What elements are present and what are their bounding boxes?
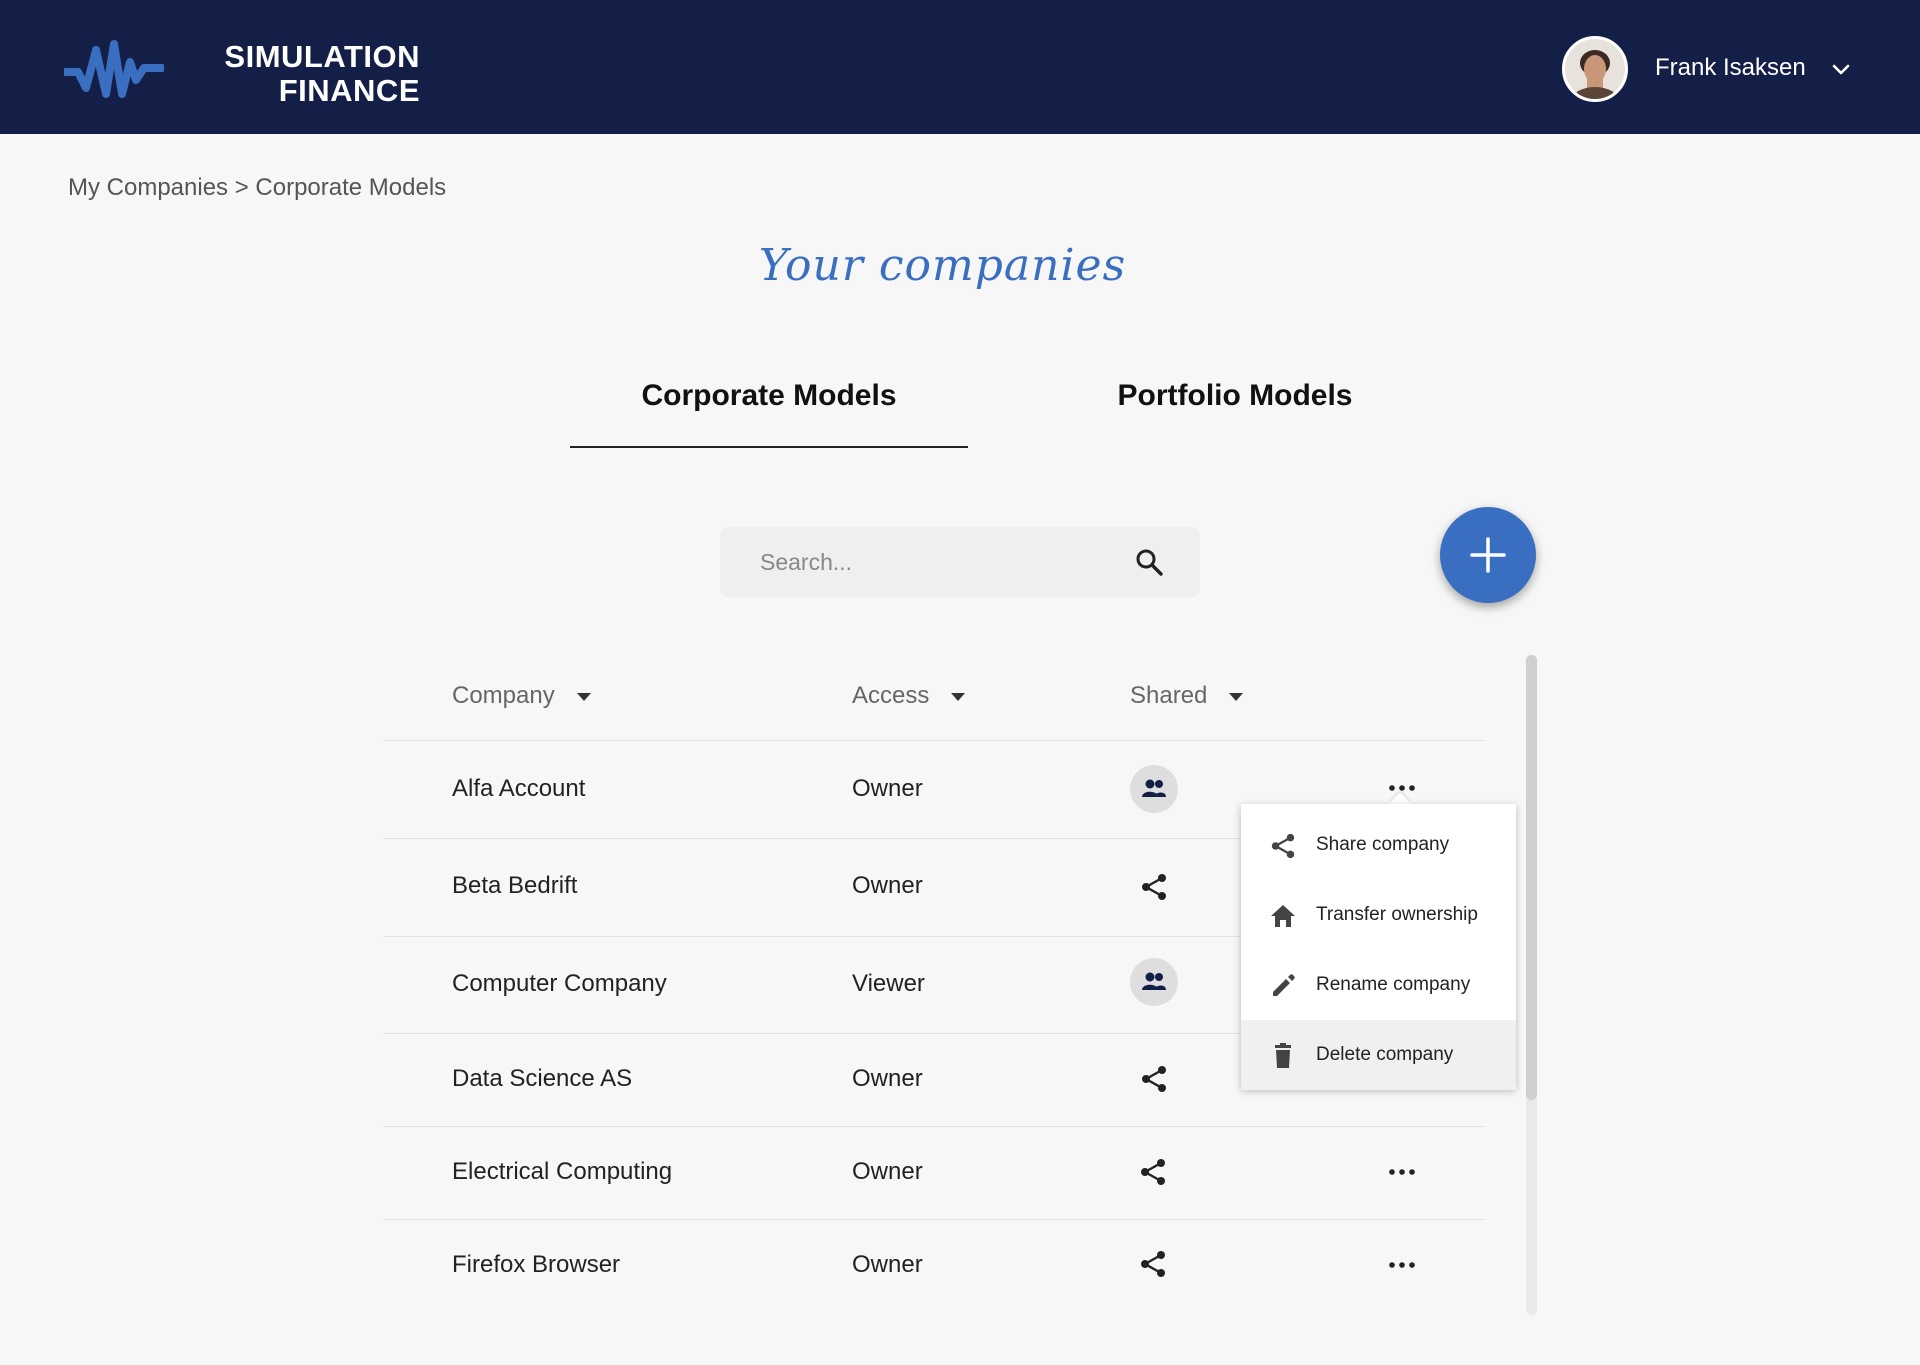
menu-item-transfer-ownership[interactable]: Transfer ownership: [1241, 880, 1516, 950]
people-glyph: [1142, 779, 1166, 797]
column-header-company[interactable]: Company: [452, 680, 591, 712]
add-company-button[interactable]: [1440, 507, 1536, 603]
table-row-access: Owner: [852, 1158, 923, 1185]
more-options-icon[interactable]: [1387, 1167, 1417, 1177]
menu-item-label: Share company: [1316, 834, 1450, 855]
more-options-icon[interactable]: [1387, 1260, 1417, 1270]
chevron-down-icon[interactable]: [1830, 58, 1852, 80]
trash-icon: [1275, 1043, 1291, 1068]
table-row-access: Owner: [852, 872, 923, 899]
column-header-label: Company: [452, 682, 555, 709]
context-menu: Share company Transfer ownership Rename …: [1241, 804, 1516, 1090]
table-row-company[interactable]: Data Science AS: [452, 1063, 632, 1095]
table-row-access: Owner: [852, 1251, 923, 1278]
column-header-label: Shared: [1130, 682, 1208, 709]
table-row-company[interactable]: Firefox Browser: [452, 1249, 620, 1281]
logo-line-2: FINANCE: [278, 73, 420, 108]
tab-portfolio-models[interactable]: Portfolio Models: [1040, 372, 1430, 448]
table-row-access: Owner: [852, 1065, 923, 1092]
people-glyph: [1142, 972, 1166, 990]
home-icon: [1271, 905, 1295, 927]
page-title: Your companies: [758, 240, 1127, 291]
people-icon[interactable]: [1130, 765, 1178, 813]
menu-item-label: Rename company: [1316, 974, 1471, 995]
row-divider: [383, 740, 1485, 741]
column-header-access[interactable]: Access: [852, 680, 966, 712]
share-icon[interactable]: [1138, 1249, 1168, 1279]
app-header: SIMULATION FINANCE Frank Isaksen: [0, 0, 1920, 134]
pencil-icon: [1273, 974, 1295, 996]
search-input[interactable]: [720, 527, 1120, 597]
row-divider: [383, 1219, 1485, 1220]
search-box: [720, 527, 1200, 597]
menu-item-share-company[interactable]: Share company: [1241, 810, 1516, 880]
share-icon[interactable]: [1139, 872, 1169, 902]
scrollbar-thumb[interactable]: [1526, 655, 1537, 1100]
menu-item-rename-company[interactable]: Rename company: [1241, 950, 1516, 1020]
search-icon[interactable]: [1134, 547, 1164, 577]
menu-item-label: Transfer ownership: [1316, 904, 1478, 925]
menu-item-delete-company[interactable]: Delete company: [1241, 1020, 1516, 1090]
logo-wave-icon: [64, 40, 164, 98]
avatar-portrait-icon: [1565, 39, 1625, 99]
breadcrumb[interactable]: My Companies > Corporate Models: [68, 172, 446, 204]
column-header-shared[interactable]: Shared: [1130, 680, 1244, 712]
table-row-company[interactable]: Computer Company: [452, 968, 667, 1000]
caret-down-icon: [1229, 692, 1244, 701]
table-row-company[interactable]: Beta Bedrift: [452, 870, 577, 902]
more-options-icon[interactable]: [1387, 783, 1417, 793]
table-row-access: Viewer: [852, 970, 925, 997]
menu-item-label: Delete company: [1316, 1044, 1454, 1065]
caret-down-icon: [951, 692, 966, 701]
share-icon[interactable]: [1138, 1157, 1168, 1187]
user-name[interactable]: Frank Isaksen: [1655, 52, 1806, 84]
logo-text[interactable]: SIMULATION FINANCE: [205, 40, 420, 108]
logo-line-1: SIMULATION: [224, 39, 420, 74]
column-header-label: Access: [852, 682, 930, 709]
table-row-company[interactable]: Electrical Computing: [452, 1156, 672, 1188]
table-row-access: Owner: [852, 775, 923, 802]
row-divider: [383, 1126, 1485, 1127]
tab-corporate-models[interactable]: Corporate Models: [570, 372, 968, 448]
share-icon[interactable]: [1139, 1064, 1169, 1094]
table-row-company[interactable]: Alfa Account: [452, 773, 585, 805]
people-icon[interactable]: [1130, 958, 1178, 1006]
caret-down-icon: [576, 692, 591, 701]
share-icon: [1271, 833, 1295, 859]
plus-icon: [1470, 537, 1506, 573]
avatar[interactable]: [1562, 36, 1628, 102]
